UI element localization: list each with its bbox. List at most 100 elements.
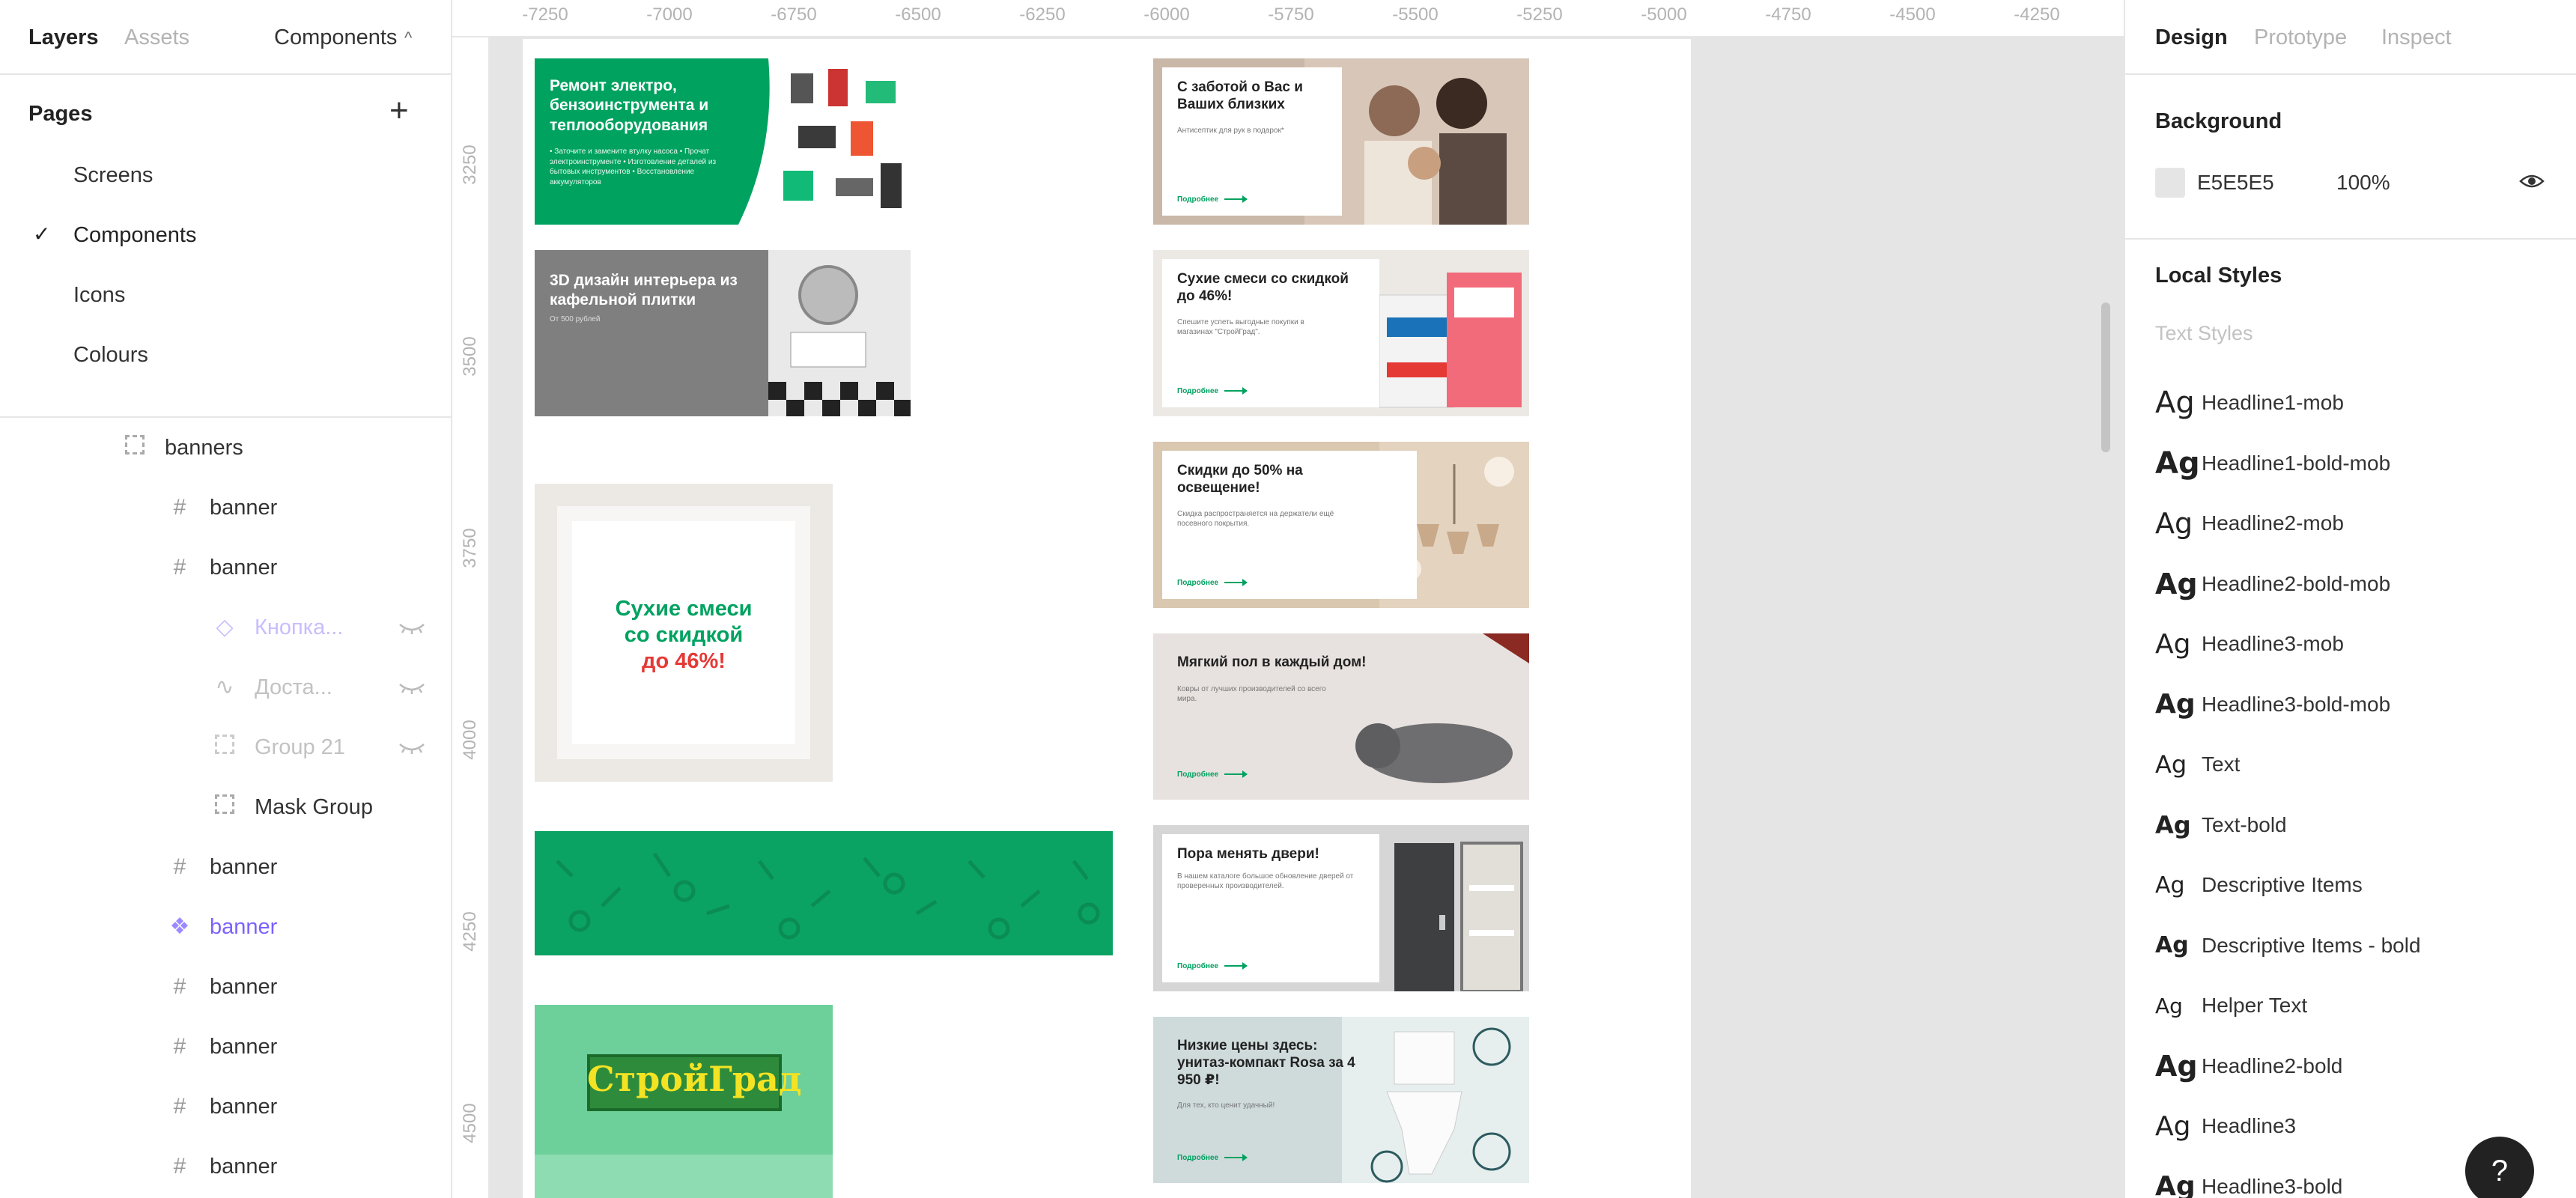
banner-card-care[interactable]: С заботой о Вас и Ваших близких Антисепт… xyxy=(1153,58,1529,225)
layer-group-banners[interactable]: banners xyxy=(0,418,452,478)
text-style-preview-icon: Ag xyxy=(2155,446,2200,481)
canvas-scrollbar[interactable] xyxy=(2101,302,2110,452)
card-more-link[interactable]: Подробнее xyxy=(1177,579,1248,587)
components-page-selector[interactable]: Components xyxy=(274,25,397,50)
text-style-item[interactable]: Ag Headline2-mob xyxy=(2155,501,2344,546)
banner-line: до 46%! xyxy=(642,648,726,673)
vector-icon: ∿ xyxy=(215,675,234,699)
layer-instance-button[interactable]: ◇ Кнопка... xyxy=(0,598,452,657)
right-panel-tabs: Design Prototype Inspect xyxy=(2125,0,2576,75)
layer-label: Group 21 xyxy=(255,735,345,759)
hidden-eye-icon[interactable] xyxy=(397,680,427,695)
layer-label: banner xyxy=(210,1034,278,1059)
hidden-eye-icon[interactable] xyxy=(397,620,427,635)
banner-3d-design[interactable]: 3D дизайн интерьера из кафельной плитки … xyxy=(535,250,911,416)
hidden-eye-icon[interactable] xyxy=(397,740,427,755)
banner-card-lighting[interactable]: Скидки до 50% на освещение! Скидка распр… xyxy=(1153,442,1529,608)
text-style-item[interactable]: Ag Headline1-mob xyxy=(2155,380,2344,425)
background-color-swatch[interactable] xyxy=(2155,168,2185,198)
ruler-label: 4000 xyxy=(460,720,480,760)
card-title: С заботой о Вас и Ваших близких xyxy=(1177,79,1303,112)
layer-label: Доста... xyxy=(255,675,332,699)
banner-logo[interactable]: СтройГрад xyxy=(535,1005,833,1198)
layer-frame-banner[interactable]: # banner xyxy=(0,837,452,897)
layer-label: banner xyxy=(210,914,278,939)
layer-label: banner xyxy=(210,854,278,879)
text-style-preview-icon: Ag xyxy=(2155,689,2196,720)
text-style-item[interactable]: Ag Descriptive Items xyxy=(2155,863,2363,907)
ruler-label: 3750 xyxy=(460,528,480,568)
pages-title: Pages xyxy=(28,102,93,126)
text-style-name: Headline3-mob xyxy=(2202,632,2344,655)
layer-mask-group[interactable]: Mask Group xyxy=(0,777,452,837)
ruler-vertical: 3250 3500 3750 4000 4250 4500 xyxy=(452,37,490,1198)
ruler-label: -6750 xyxy=(771,4,817,25)
banner-tools[interactable]: Ремонт электро, бензоинструмента и тепло… xyxy=(535,58,911,225)
background-title: Background xyxy=(2155,109,2282,133)
help-button[interactable]: ? xyxy=(2465,1137,2534,1198)
tab-design[interactable]: Design xyxy=(2155,25,2228,50)
text-style-preview-icon: Ag xyxy=(2155,386,2195,420)
text-style-item[interactable]: Ag Helper Text xyxy=(2155,983,2307,1028)
layer-component-banner[interactable]: ❖ banner xyxy=(0,897,452,957)
banner-line: со скидкой xyxy=(624,622,744,647)
card-more-link[interactable]: Подробнее xyxy=(1177,387,1248,395)
ruler-label: -4250 xyxy=(2014,4,2060,25)
text-style-item[interactable]: Ag Headline3-mob xyxy=(2155,621,2344,666)
text-style-item[interactable]: Ag Descriptive Items - bold xyxy=(2155,923,2421,968)
text-style-item[interactable]: Ag Text-bold xyxy=(2155,803,2287,848)
ruler-label: -5750 xyxy=(1268,4,1314,25)
frame-icon: # xyxy=(173,1034,186,1059)
page-item-screens[interactable]: Screens xyxy=(73,163,153,188)
tab-layers[interactable]: Layers xyxy=(28,25,99,50)
tab-inspect[interactable]: Inspect xyxy=(2381,25,2452,50)
text-style-item[interactable]: Ag Headline2-bold xyxy=(2155,1044,2342,1089)
banner-card-dry-mix[interactable]: Сухие смеси со скидкой до 46%! Спешите у… xyxy=(1153,250,1529,416)
layer-group-21[interactable]: Group 21 xyxy=(0,717,452,777)
text-style-name: Headline3-bold-mob xyxy=(2202,692,2391,716)
layer-frame-banner[interactable]: # banner xyxy=(0,538,452,598)
banner-card-carpet[interactable]: Мягкий пол в каждый дом! Ковры от лучших… xyxy=(1153,633,1529,800)
layer-label: banner xyxy=(210,1154,278,1179)
banner-card-toilet[interactable]: Низкие цены здесь: унитаз-компакт Rosa з… xyxy=(1153,1017,1529,1183)
layers-panel: Layers Assets Components ^ Pages + Scree… xyxy=(0,0,452,1198)
tab-assets[interactable]: Assets xyxy=(124,25,189,50)
banner-green-pattern[interactable] xyxy=(535,831,1113,955)
banner-square-dry-mix[interactable]: Сухие смеси со скидкой до 46%! xyxy=(535,484,833,782)
layer-frame-banner[interactable]: # banner xyxy=(0,1137,452,1197)
layer-frame-banner[interactable]: # banner xyxy=(0,1077,452,1137)
chevron-up-icon[interactable]: ^ xyxy=(404,28,412,48)
ruler-label: -6500 xyxy=(895,4,941,25)
card-more-link[interactable]: Подробнее xyxy=(1177,770,1248,779)
text-style-item[interactable]: Ag Headline3-bold-mob xyxy=(2155,682,2390,727)
background-opacity-input[interactable]: 100% xyxy=(2336,171,2390,195)
card-more-link[interactable]: Подробнее xyxy=(1177,1154,1248,1162)
page-item-colours[interactable]: Colours xyxy=(73,343,148,368)
text-style-item[interactable]: Ag Headline3-bold xyxy=(2155,1164,2342,1198)
ruler-label: 4250 xyxy=(460,911,480,952)
text-style-name: Text xyxy=(2202,752,2241,776)
layer-frame-banner[interactable]: # banner xyxy=(0,478,452,538)
arrow-right-icon xyxy=(1224,770,1248,779)
banners-frame[interactable]: Ремонт электро, бензоинструмента и тепло… xyxy=(523,39,1691,1198)
page-item-icons[interactable]: Icons xyxy=(73,283,125,308)
design-canvas[interactable]: Ремонт электро, бензоинструмента и тепло… xyxy=(491,39,2124,1198)
background-hex-input[interactable]: E5E5E5 xyxy=(2197,171,2274,195)
layer-frame-banner[interactable]: # banner xyxy=(0,957,452,1017)
add-page-icon[interactable]: + xyxy=(389,94,409,127)
layer-frame-banner[interactable]: # banner xyxy=(0,1017,452,1077)
card-more-link[interactable]: Подробнее xyxy=(1177,962,1248,970)
ruler-label: -6000 xyxy=(1143,4,1190,25)
text-style-item[interactable]: Ag Text xyxy=(2155,742,2240,787)
banner-subtitle: От 500 рублей xyxy=(550,315,601,323)
banner-card-doors[interactable]: Пора менять двери! В нашем каталоге боль… xyxy=(1153,825,1529,991)
text-style-item[interactable]: Ag Headline3 xyxy=(2155,1104,2296,1149)
text-style-item[interactable]: Ag Headline2-bold-mob xyxy=(2155,562,2390,606)
card: Мягкий пол в каждый дом! Ковры от лучших… xyxy=(1162,642,1387,791)
tab-prototype[interactable]: Prototype xyxy=(2254,25,2347,50)
text-style-item[interactable]: Ag Headline1-bold-mob xyxy=(2155,441,2390,486)
eye-icon[interactable] xyxy=(2519,172,2545,190)
page-item-components[interactable]: Components xyxy=(73,223,196,248)
card-more-link[interactable]: Подробнее xyxy=(1177,195,1248,204)
layer-vector-dosta[interactable]: ∿ Доста... xyxy=(0,657,452,717)
